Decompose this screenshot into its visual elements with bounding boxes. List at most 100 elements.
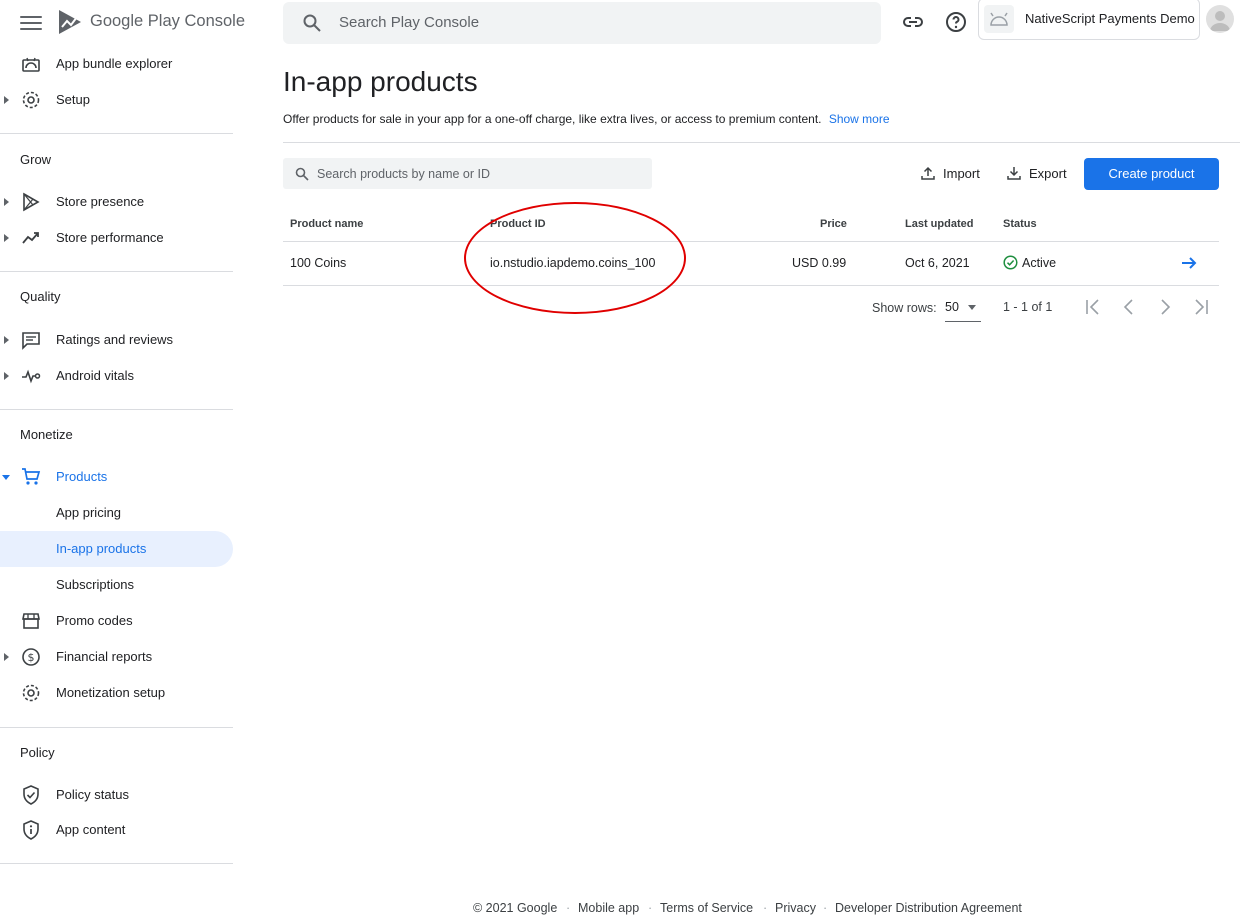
sidebar-item-label: Products — [56, 469, 108, 484]
cell-last-updated: Oct 6, 2021 — [905, 256, 970, 270]
sidebar-item-products[interactable]: Products — [0, 459, 233, 495]
show-more-link[interactable]: Show more — [829, 112, 890, 126]
divider — [283, 142, 1240, 143]
footer-separator: · — [566, 901, 571, 915]
sidebar-item-store-presence[interactable]: Store presence — [0, 184, 233, 220]
app-name: NativeScript Payments Demo — [1025, 11, 1195, 26]
cart-icon — [22, 468, 41, 485]
trending-icon — [22, 232, 39, 244]
product-search-input[interactable]: Search products by name or ID — [283, 158, 652, 189]
sidebar-item-label: Financial reports — [56, 649, 153, 664]
product-search-placeholder: Search products by name or ID — [317, 167, 490, 181]
sidebar-item-setup[interactable]: Setup — [0, 82, 233, 118]
store-icon — [22, 613, 40, 629]
column-header-status[interactable]: Status — [1003, 218, 1037, 230]
description-text: Offer products for sale in your app for … — [283, 112, 822, 126]
import-label: Import — [943, 166, 980, 181]
cell-price: USD 0.99 — [792, 256, 847, 270]
page-description: Offer products for sale in your app for … — [283, 112, 890, 126]
sidebar-item-label: In-app products — [56, 541, 147, 556]
column-header-last-updated[interactable]: Last updated — [905, 218, 973, 230]
column-header-product-id[interactable]: Product ID — [490, 218, 546, 230]
expand-caret-icon[interactable] — [4, 234, 9, 242]
avatar[interactable] — [1206, 5, 1234, 33]
check-circle-icon — [1003, 255, 1018, 270]
footer-link-privacy[interactable]: Privacy — [775, 901, 816, 915]
sidebar-item-subscriptions[interactable]: Subscriptions — [0, 567, 233, 603]
sidebar-item-app-content[interactable]: App content — [0, 812, 233, 848]
play-console-logo — [59, 10, 81, 34]
sidebar-item-store-performance[interactable]: Store performance — [0, 220, 233, 256]
divider — [0, 863, 233, 864]
divider — [0, 727, 233, 728]
sidebar-item-financial-reports[interactable]: $ Financial reports — [0, 639, 233, 675]
footer-link-mobile-app[interactable]: Mobile app — [578, 901, 639, 915]
next-page-icon[interactable] — [1156, 298, 1174, 316]
svg-text:$: $ — [28, 651, 35, 664]
collapse-caret-icon[interactable] — [2, 475, 10, 480]
sidebar-item-app-bundle-explorer[interactable]: App bundle explorer — [0, 46, 233, 82]
sidebar-item-label: Store performance — [56, 230, 164, 245]
android-app-icon — [984, 5, 1014, 33]
download-icon — [1007, 167, 1021, 180]
footer-link-dda[interactable]: Developer Distribution Agreement — [835, 901, 1022, 915]
sidebar-item-ratings-and-reviews[interactable]: Ratings and reviews — [0, 322, 233, 358]
play-icon — [23, 192, 40, 212]
pagination-range: 1 - 1 of 1 — [1003, 300, 1053, 314]
chevron-down-icon — [968, 305, 976, 310]
divider — [0, 133, 233, 134]
last-page-icon[interactable] — [1192, 298, 1210, 316]
section-title-grow: Grow — [20, 152, 52, 167]
divider — [0, 409, 233, 410]
search-placeholder: Search Play Console — [339, 14, 480, 31]
shield-info-icon — [23, 820, 39, 840]
shield-check-icon — [23, 785, 39, 805]
sidebar-item-label: App bundle explorer — [56, 56, 173, 71]
sidebar-item-label: Policy status — [56, 787, 129, 802]
footer-separator: · — [823, 901, 828, 915]
sidebar: App bundle explorer Setup Grow Store pre… — [0, 46, 234, 923]
gear-icon — [22, 684, 40, 702]
gear-icon — [22, 91, 40, 109]
cell-product-id[interactable]: io.nstudio.iapdemo.coins_100 — [490, 256, 655, 270]
sidebar-item-label: App content — [56, 822, 126, 837]
expand-caret-icon[interactable] — [4, 336, 9, 344]
sidebar-item-app-pricing[interactable]: App pricing — [0, 495, 233, 531]
search-icon — [295, 167, 309, 181]
android-icon — [22, 57, 40, 72]
expand-caret-icon[interactable] — [4, 96, 9, 104]
sidebar-item-in-app-products[interactable]: In-app products — [0, 531, 233, 567]
sidebar-item-monetization-setup[interactable]: Monetization setup — [0, 675, 233, 711]
divider — [283, 241, 1219, 242]
app-selector[interactable]: NativeScript Payments Demo — [978, 0, 1200, 40]
menu-icon[interactable] — [20, 12, 42, 34]
prev-page-icon[interactable] — [1120, 298, 1138, 316]
export-button[interactable]: Export — [1007, 164, 1073, 184]
footer-separator: · — [763, 901, 768, 915]
create-product-button[interactable]: Create product — [1084, 158, 1219, 190]
column-header-product-name[interactable]: Product name — [290, 218, 363, 230]
sidebar-item-label: Android vitals — [56, 368, 135, 383]
cell-product-name[interactable]: 100 Coins — [290, 256, 346, 270]
import-button[interactable]: Import — [921, 164, 987, 184]
sidebar-item-policy-status[interactable]: Policy status — [0, 777, 233, 813]
divider — [283, 285, 1219, 286]
sidebar-item-promo-codes[interactable]: Promo codes — [0, 603, 233, 639]
sidebar-item-label: Ratings and reviews — [56, 332, 174, 347]
footer-copyright: © 2021 Google — [473, 901, 558, 915]
expand-caret-icon[interactable] — [4, 653, 9, 661]
rows-per-page-select[interactable]: 50 — [945, 298, 981, 322]
sidebar-item-label: Setup — [56, 92, 90, 107]
sidebar-item-android-vitals[interactable]: Android vitals — [0, 358, 233, 394]
link-icon[interactable] — [901, 10, 925, 34]
arrow-right-icon[interactable] — [1180, 254, 1198, 272]
column-header-price[interactable]: Price — [820, 218, 847, 230]
first-page-icon[interactable] — [1084, 298, 1102, 316]
search-input[interactable]: Search Play Console — [283, 2, 881, 44]
expand-caret-icon[interactable] — [4, 372, 9, 380]
search-icon — [303, 14, 321, 32]
cell-status: Active — [1022, 256, 1057, 270]
footer-link-terms[interactable]: Terms of Service — [660, 901, 753, 915]
help-icon[interactable] — [944, 10, 968, 34]
expand-caret-icon[interactable] — [4, 198, 9, 206]
